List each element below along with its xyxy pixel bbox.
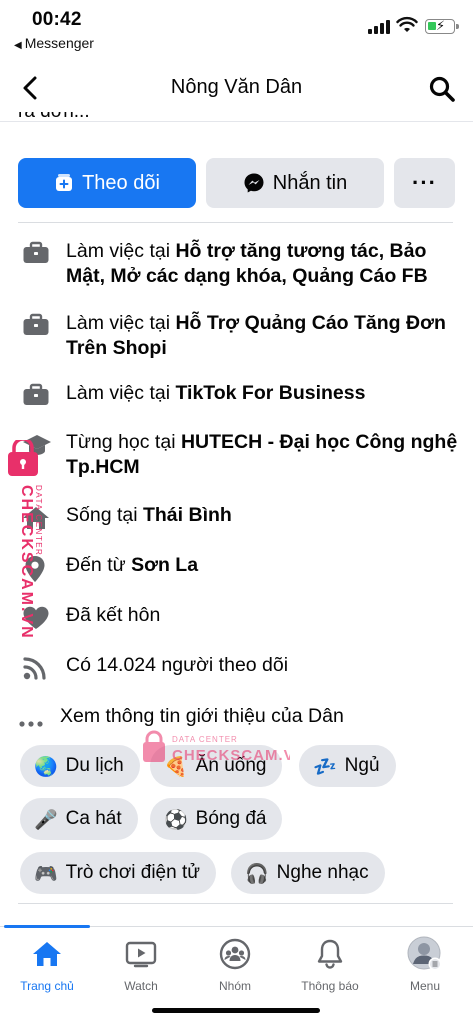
home-icon [33, 942, 61, 966]
tab-groups[interactable]: Nhóm [195, 935, 275, 993]
nav-divider [0, 121, 473, 122]
info-row-followers[interactable]: Có 14.024 người theo dõi [22, 653, 462, 686]
info-prefix: Từng học tại [66, 431, 181, 453]
hobby-label: Ngủ [344, 755, 380, 776]
info-row-work-1: Làm việc tại Hỗ trợ tăng tương tác, Bảo … [22, 239, 462, 289]
briefcase-icon [22, 239, 52, 289]
info-row-relationship: Đã kết hôn [22, 603, 462, 636]
info-prefix: Làm việc tại [66, 240, 176, 262]
hobby-label: Du lịch [65, 755, 124, 776]
info-row-education: Từng học tại HUTECH - Đại học Công nghệ … [22, 430, 462, 480]
game-controller-icon: 🎮 [34, 862, 58, 885]
wifi-icon [396, 16, 418, 32]
followers-text: Có 14.024 người theo dõi [66, 654, 289, 676]
globe-icon: 🌏 [34, 755, 58, 778]
tab-label: Watch [124, 979, 158, 993]
page-title: Nông Văn Dân [170, 76, 303, 98]
home-indicator [152, 1008, 320, 1013]
svg-text:DATA CENTER: DATA CENTER [34, 485, 43, 556]
section-divider [18, 222, 453, 223]
follow-plus-icon [54, 173, 74, 193]
hobby-chip[interactable]: ⚽ Bóng đá [150, 798, 283, 840]
sleep-zzz-icon: 💤 [313, 755, 337, 778]
tab-notifications[interactable]: Thông báo [290, 935, 370, 993]
hobby-label: Trò chơi điện tử [65, 862, 200, 883]
search-icon[interactable] [428, 75, 456, 103]
more-dots-icon: ··· [412, 170, 437, 195]
info-row-lives-in: Sống tại Thái Bình [22, 503, 462, 536]
briefcase-icon [22, 311, 52, 361]
battery-icon: ⚡ [425, 18, 459, 34]
svg-text:CHECKSCAM.VN: CHECKSCAM.VN [18, 485, 35, 640]
follow-label: Theo dõi [82, 171, 160, 194]
svg-text:CHECKSCAM.VN: CHECKSCAM.VN [172, 747, 290, 764]
info-row-work-3: Làm việc tại TikTok For Business [22, 381, 462, 412]
message-label: Nhắn tin [272, 171, 348, 194]
groups-icon [219, 938, 251, 970]
hobby-label: Ca hát [65, 808, 122, 829]
tab-home[interactable]: Trang chủ [7, 935, 87, 993]
city-link[interactable]: Thái Bình [143, 504, 232, 526]
tab-label: Menu [409, 979, 441, 993]
hometown-link[interactable]: Sơn La [131, 554, 198, 576]
headphones-icon: 🎧 [245, 862, 269, 885]
ellipsis-icon [18, 704, 46, 732]
hobby-label: Nghe nhạc [276, 862, 369, 883]
active-tab-indicator [4, 925, 90, 928]
more-options-button[interactable]: ··· [394, 158, 455, 208]
hobby-chip[interactable]: 🎧 Nghe nhạc [231, 852, 385, 894]
tab-label: Nhóm [218, 979, 251, 993]
relationship-text: Đã kết hôn [66, 604, 161, 626]
info-row-work-2: Làm việc tại Hỗ Trợ Quảng Cáo Tăng Đơn T… [22, 311, 462, 361]
messenger-icon [243, 172, 265, 194]
signal-icon [368, 20, 390, 34]
info-row-from: Đến từ Sơn La [22, 553, 462, 588]
rss-followers-icon [22, 653, 52, 686]
hobby-chip[interactable]: 💤 Ngủ [299, 745, 396, 787]
see-about-label: Xem thông tin giới thiệu của Dân [60, 705, 344, 727]
bell-icon [317, 939, 343, 969]
follow-button[interactable]: Theo dõi [18, 158, 196, 208]
info-prefix: Làm việc tại [66, 312, 176, 334]
tab-menu[interactable]: Menu [385, 935, 465, 993]
truncated-intro-text: ra đơn... [18, 112, 90, 126]
hobby-chip[interactable]: 🎤 Ca hát [20, 798, 138, 840]
microphone-icon: 🎤 [34, 808, 58, 831]
info-prefix: Sống tại [66, 504, 143, 526]
info-prefix: Làm việc tại [66, 382, 176, 404]
tab-watch[interactable]: Watch [101, 935, 181, 993]
watermark-logo: DATA CENTER CHECKSCAM.VN [143, 730, 290, 764]
hobby-label: Bóng đá [195, 808, 267, 829]
hobby-chip[interactable]: 🎮 Trò chơi điện tử [20, 852, 216, 894]
avatar-menu-icon [407, 936, 442, 971]
watermark-logo: CHECKSCAM.VN DATA CENTER [8, 440, 43, 640]
watch-icon [125, 941, 157, 968]
message-button[interactable]: Nhắn tin [206, 158, 384, 208]
see-about-link[interactable]: Xem thông tin giới thiệu của Dân [18, 704, 458, 732]
workplace-link[interactable]: TikTok For Business [175, 382, 365, 404]
info-prefix: Đến từ [66, 554, 132, 576]
hobby-chip[interactable]: 🌏 Du lịch [20, 745, 140, 787]
back-app-label: Messenger [24, 35, 94, 51]
back-triangle-icon: ◀ [14, 40, 22, 51]
briefcase-icon [22, 381, 52, 412]
status-bar: 00:42 ◀ Messenger ⚡ [0, 0, 473, 60]
status-time: 00:42 [32, 9, 82, 30]
tab-label: Trang chủ [20, 979, 74, 993]
svg-text:DATA CENTER: DATA CENTER [172, 735, 238, 744]
back-to-app-link[interactable]: ◀ Messenger [14, 35, 94, 51]
top-nav: Nông Văn Dân [0, 62, 473, 114]
tab-label: Thông báo [301, 979, 359, 993]
section-divider [18, 903, 453, 904]
soccer-ball-icon: ⚽ [164, 808, 188, 831]
